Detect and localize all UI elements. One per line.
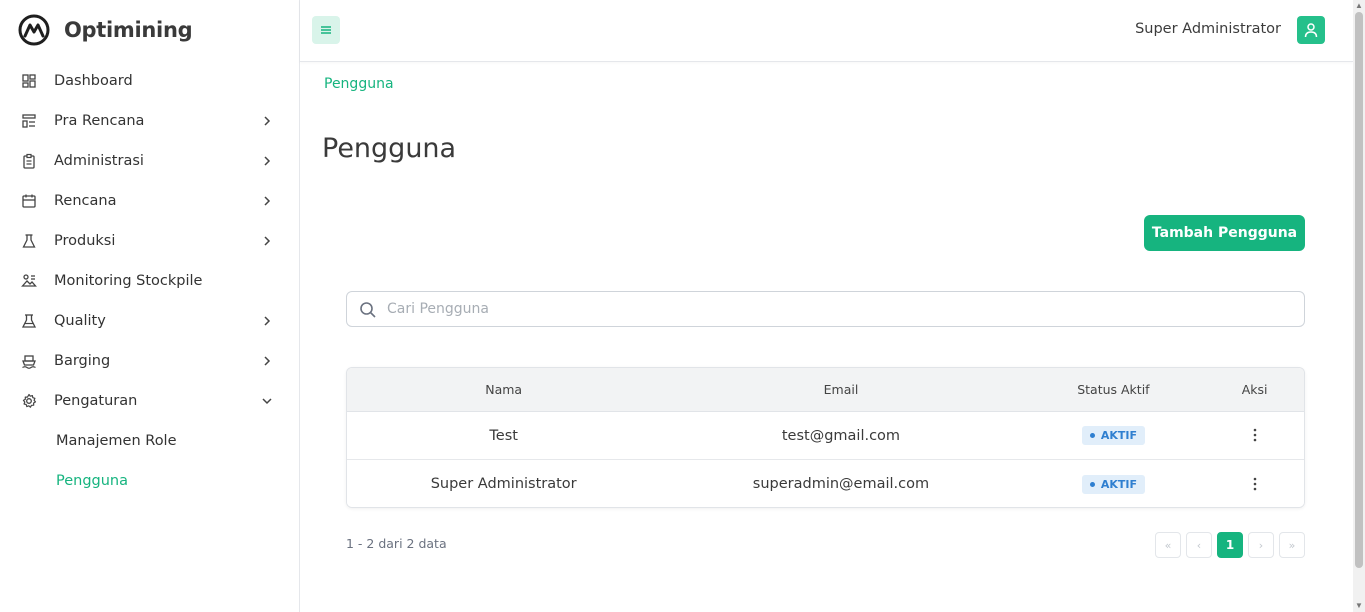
chevron-down-icon [262,398,272,405]
user-name[interactable]: Super Administrator [1135,21,1281,37]
cell-email: superadmin@email.com [752,476,930,492]
scrollbar-thumb[interactable] [1355,12,1363,568]
sidebar-item-barging[interactable]: Barging [0,341,300,381]
cell-actions [1205,425,1304,446]
topbar: Super Administrator [300,0,1353,62]
chevron-right-icon [264,116,271,126]
sidebar-item-label: Barging [54,353,111,369]
next-page-button[interactable]: › [1248,532,1274,558]
sidebar-item-label: Produksi [54,233,116,249]
chevron-right-icon [264,356,271,366]
pagination: « ‹ 1 › » [1155,532,1305,558]
scroll-down-icon[interactable]: ▼ [1355,602,1363,610]
pagination-summary: 1 - 2 dari 2 data [346,536,447,551]
clipboard-icon [20,152,38,170]
user-avatar[interactable] [1297,16,1325,44]
sidebar: Optimining Dashboard Pra Rencana Adminis… [0,0,300,612]
last-page-button[interactable]: » [1279,532,1305,558]
breadcrumb[interactable]: Pengguna [324,76,394,92]
status-dot [1089,481,1095,487]
search-input[interactable] [387,292,1287,326]
sidebar-item-label: Quality [54,313,106,329]
hamburger-icon [321,26,331,34]
sidebar-item-label: Rencana [54,193,117,209]
sidebar-nav: Dashboard Pra Rencana Administrasi Renca… [0,61,300,501]
menu-toggle-button[interactable] [312,16,340,44]
chevron-right-icon [264,316,271,326]
column-header-status[interactable]: Status Aktif [1022,382,1206,397]
sidebar-item-label: Pra Rencana [54,113,145,129]
sidebar-item-produksi[interactable]: Produksi [0,221,300,261]
app-name: Optimining [64,18,193,42]
status-label: AKTIF [1100,429,1137,442]
users-table: Nama Email Status Aktif Aksi Test test@g… [346,367,1305,508]
sidebar-subitem-manajemen-role[interactable]: Manajemen Role [0,421,300,461]
table-row: Test test@gmail.com AKTIF [347,412,1304,460]
ship-icon [20,352,38,370]
status-dot [1089,433,1095,438]
logo-icon [18,14,50,46]
search-icon [360,302,376,318]
column-header-email[interactable]: Email [660,382,1021,397]
cell-name: Test [489,427,518,444]
calendar-icon [20,192,38,210]
cell-email: test@gmail.com [781,427,901,444]
sidebar-item-label: Administrasi [54,153,144,169]
brand[interactable]: Optimining [18,13,193,47]
sidebar-item-administrasi[interactable]: Administrasi [0,141,300,181]
status-label: AKTIF [1100,477,1137,491]
list-icon [20,112,38,130]
chevron-right-icon [264,236,271,246]
sidebar-item-pra-rencana[interactable]: Pra Rencana [0,101,300,141]
more-vertical-icon [1253,428,1256,442]
cell-name: Super Administrator [430,476,577,492]
page-button-current[interactable]: 1 [1217,532,1243,558]
sidebar-item-label: Monitoring Stockpile [54,273,203,289]
sidebar-item-label: Pengaturan [54,393,138,409]
search-box [346,291,1305,327]
flask-icon [20,232,38,250]
sidebar-item-monitoring-stockpile[interactable]: Monitoring Stockpile [0,261,300,301]
beaker-icon [20,312,38,330]
table-header: Nama Email Status Aktif Aksi [347,368,1304,412]
scroll-up-icon[interactable]: ▲ [1355,2,1363,10]
status-badge: AKTIF [1081,426,1145,445]
sidebar-item-quality[interactable]: Quality [0,301,300,341]
column-header-nama[interactable]: Nama [347,382,660,397]
more-vertical-icon [1253,477,1256,490]
page-title: Pengguna [322,133,457,164]
row-actions-button[interactable] [1245,474,1265,494]
sidebar-item-dashboard[interactable]: Dashboard [0,61,300,101]
user-icon [1304,23,1318,38]
prev-page-button[interactable]: ‹ [1186,532,1212,558]
gear-icon [20,392,38,410]
sidebar-item-label: Dashboard [54,73,133,89]
sidebar-item-rencana[interactable]: Rencana [0,181,300,221]
sidebar-item-pengaturan[interactable]: Pengaturan [0,381,300,421]
cell-status: AKTIF [1022,474,1206,494]
status-badge: AKTIF [1081,474,1145,494]
cell-status: AKTIF [1022,426,1206,445]
add-user-button[interactable]: Tambah Pengguna [1144,215,1305,251]
dashboard-icon [20,72,38,90]
row-actions-button[interactable] [1245,425,1265,445]
chevron-right-icon [264,196,271,206]
chevron-right-icon [264,156,271,166]
column-header-aksi: Aksi [1241,382,1268,397]
table-row: Super Administrator superadmin@email.com… [347,460,1304,507]
sidebar-subitem-pengguna[interactable]: Pengguna [0,461,300,501]
vertical-scrollbar[interactable]: ▲ ▼ [1353,0,1365,612]
stockpile-icon [20,272,38,290]
first-page-button[interactable]: « [1155,532,1181,558]
cell-actions [1205,474,1304,495]
